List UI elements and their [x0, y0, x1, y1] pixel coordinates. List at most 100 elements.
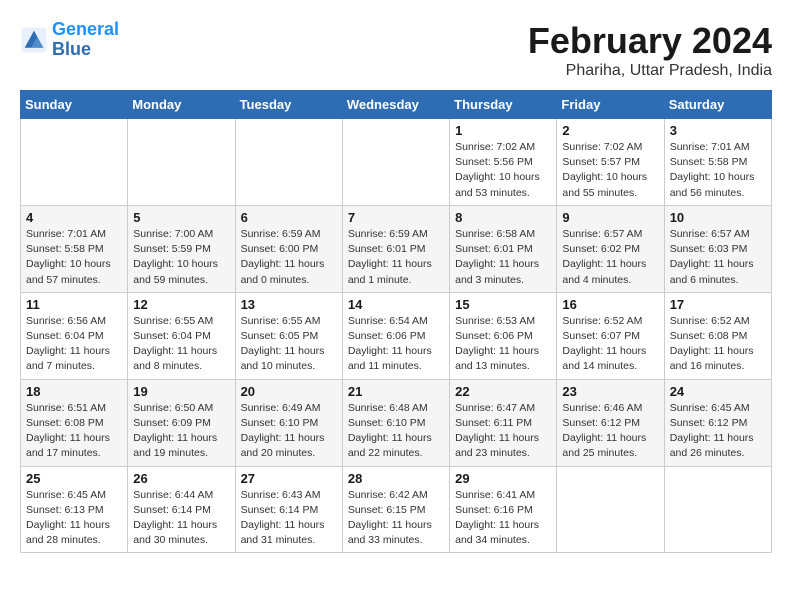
day-number: 9 — [562, 210, 658, 225]
calendar-cell: 8 Sunrise: 6:58 AM Sunset: 6:01 PM Daylig… — [450, 205, 557, 292]
calendar-cell: 21 Sunrise: 6:48 AM Sunset: 6:10 PM Dayli… — [342, 379, 449, 466]
day-info: Sunrise: 6:47 AM Sunset: 6:11 PM Dayligh… — [455, 401, 551, 462]
day-number: 28 — [348, 471, 444, 486]
calendar-cell: 3 Sunrise: 7:01 AM Sunset: 5:58 PM Daylig… — [664, 119, 771, 206]
calendar-cell — [21, 119, 128, 206]
calendar-cell: 6Sunrise: 6:59 AM Sunset: 6:00 PM Daylig… — [235, 205, 342, 292]
day-number: 6 — [241, 210, 337, 225]
calendar-cell: 22 Sunrise: 6:47 AM Sunset: 6:11 PM Dayli… — [450, 379, 557, 466]
calendar-week-row: 11 Sunrise: 6:56 AM Sunset: 6:04 PM Dayli… — [21, 292, 772, 379]
calendar-cell: 9 Sunrise: 6:57 AM Sunset: 6:02 PM Daylig… — [557, 205, 664, 292]
day-number: 25 — [26, 471, 122, 486]
day-number: 17 — [670, 297, 766, 312]
day-number: 12 — [133, 297, 229, 312]
day-info: Sunrise: 7:01 AM Sunset: 5:58 PM Dayligh… — [670, 140, 766, 201]
calendar-cell: 1 Sunrise: 7:02 AM Sunset: 5:56 PM Daylig… — [450, 119, 557, 206]
calendar-cell: 29 Sunrise: 6:41 AM Sunset: 6:16 PM Dayli… — [450, 466, 557, 553]
day-info: Sunrise: 6:54 AM Sunset: 6:06 PM Dayligh… — [348, 314, 444, 375]
day-info: Sunrise: 6:50 AM Sunset: 6:09 PM Dayligh… — [133, 401, 229, 462]
day-info: Sunrise: 6:42 AM Sunset: 6:15 PM Dayligh… — [348, 488, 444, 549]
day-number: 11 — [26, 297, 122, 312]
day-number: 20 — [241, 384, 337, 399]
calendar-cell: 23 Sunrise: 6:46 AM Sunset: 6:12 PM Dayli… — [557, 379, 664, 466]
day-info: Sunrise: 7:02 AM Sunset: 5:57 PM Dayligh… — [562, 140, 658, 201]
calendar-cell — [235, 119, 342, 206]
page-header: General Blue February 2024 Phariha, Utta… — [20, 20, 772, 80]
calendar-table: SundayMondayTuesdayWednesdayThursdayFrid… — [20, 90, 772, 553]
col-header-tuesday: Tuesday — [235, 91, 342, 119]
calendar-cell: 19 Sunrise: 6:50 AM Sunset: 6:09 PM Dayli… — [128, 379, 235, 466]
day-info: Sunrise: 6:41 AM Sunset: 6:16 PM Dayligh… — [455, 488, 551, 549]
month-title: February 2024 — [528, 20, 772, 62]
day-number: 19 — [133, 384, 229, 399]
day-info: Sunrise: 6:46 AM Sunset: 6:12 PM Dayligh… — [562, 401, 658, 462]
day-info: Sunrise: 6:45 AM Sunset: 6:12 PM Dayligh… — [670, 401, 766, 462]
day-number: 22 — [455, 384, 551, 399]
day-info: Sunrise: 7:01 AM Sunset: 5:58 PM Dayligh… — [26, 227, 122, 288]
calendar-cell: 15Sunrise: 6:53 AM Sunset: 6:06 PM Dayli… — [450, 292, 557, 379]
calendar-week-row: 18 Sunrise: 6:51 AM Sunset: 6:08 PM Dayli… — [21, 379, 772, 466]
logo: General Blue — [20, 20, 119, 60]
calendar-cell: 10Sunrise: 6:57 AM Sunset: 6:03 PM Dayli… — [664, 205, 771, 292]
day-number: 27 — [241, 471, 337, 486]
day-info: Sunrise: 6:56 AM Sunset: 6:04 PM Dayligh… — [26, 314, 122, 375]
day-info: Sunrise: 7:02 AM Sunset: 5:56 PM Dayligh… — [455, 140, 551, 201]
calendar-cell: 4 Sunrise: 7:01 AM Sunset: 5:58 PM Daylig… — [21, 205, 128, 292]
day-number: 5 — [133, 210, 229, 225]
col-header-monday: Monday — [128, 91, 235, 119]
calendar-cell: 7 Sunrise: 6:59 AM Sunset: 6:01 PM Daylig… — [342, 205, 449, 292]
logo-icon — [20, 26, 48, 54]
day-number: 2 — [562, 123, 658, 138]
day-info: Sunrise: 6:55 AM Sunset: 6:05 PM Dayligh… — [241, 314, 337, 375]
day-info: Sunrise: 6:44 AM Sunset: 6:14 PM Dayligh… — [133, 488, 229, 549]
day-number: 7 — [348, 210, 444, 225]
calendar-cell: 26 Sunrise: 6:44 AM Sunset: 6:14 PM Dayli… — [128, 466, 235, 553]
calendar-cell: 27 Sunrise: 6:43 AM Sunset: 6:14 PM Dayli… — [235, 466, 342, 553]
day-number: 26 — [133, 471, 229, 486]
calendar-cell: 25 Sunrise: 6:45 AM Sunset: 6:13 PM Dayli… — [21, 466, 128, 553]
calendar-cell: 18 Sunrise: 6:51 AM Sunset: 6:08 PM Dayli… — [21, 379, 128, 466]
day-number: 16 — [562, 297, 658, 312]
day-number: 21 — [348, 384, 444, 399]
day-number: 29 — [455, 471, 551, 486]
calendar-cell: 12 Sunrise: 6:55 AM Sunset: 6:04 PM Dayli… — [128, 292, 235, 379]
logo-text: General Blue — [52, 20, 119, 60]
calendar-cell: 24Sunrise: 6:45 AM Sunset: 6:12 PM Dayli… — [664, 379, 771, 466]
col-header-wednesday: Wednesday — [342, 91, 449, 119]
day-info: Sunrise: 6:43 AM Sunset: 6:14 PM Dayligh… — [241, 488, 337, 549]
day-number: 23 — [562, 384, 658, 399]
day-info: Sunrise: 6:51 AM Sunset: 6:08 PM Dayligh… — [26, 401, 122, 462]
day-info: Sunrise: 6:52 AM Sunset: 6:07 PM Dayligh… — [562, 314, 658, 375]
day-number: 8 — [455, 210, 551, 225]
day-number: 18 — [26, 384, 122, 399]
day-info: Sunrise: 6:45 AM Sunset: 6:13 PM Dayligh… — [26, 488, 122, 549]
day-info: Sunrise: 6:55 AM Sunset: 6:04 PM Dayligh… — [133, 314, 229, 375]
day-number: 3 — [670, 123, 766, 138]
day-number: 1 — [455, 123, 551, 138]
col-header-thursday: Thursday — [450, 91, 557, 119]
calendar-cell: 11 Sunrise: 6:56 AM Sunset: 6:04 PM Dayli… — [21, 292, 128, 379]
day-info: Sunrise: 6:48 AM Sunset: 6:10 PM Dayligh… — [348, 401, 444, 462]
calendar-cell: 17Sunrise: 6:52 AM Sunset: 6:08 PM Dayli… — [664, 292, 771, 379]
day-number: 10 — [670, 210, 766, 225]
calendar-week-row: 25 Sunrise: 6:45 AM Sunset: 6:13 PM Dayli… — [21, 466, 772, 553]
calendar-cell — [128, 119, 235, 206]
day-number: 4 — [26, 210, 122, 225]
day-info: Sunrise: 6:59 AM Sunset: 6:01 PM Dayligh… — [348, 227, 444, 288]
day-info: Sunrise: 7:00 AM Sunset: 5:59 PM Dayligh… — [133, 227, 229, 288]
day-info: Sunrise: 6:57 AM Sunset: 6:02 PM Dayligh… — [562, 227, 658, 288]
location-subtitle: Phariha, Uttar Pradesh, India — [528, 62, 772, 80]
calendar-cell: 5 Sunrise: 7:00 AM Sunset: 5:59 PM Daylig… — [128, 205, 235, 292]
day-info: Sunrise: 6:58 AM Sunset: 6:01 PM Dayligh… — [455, 227, 551, 288]
calendar-week-row: 1 Sunrise: 7:02 AM Sunset: 5:56 PM Daylig… — [21, 119, 772, 206]
calendar-cell — [664, 466, 771, 553]
day-number: 15 — [455, 297, 551, 312]
calendar-cell: 16 Sunrise: 6:52 AM Sunset: 6:07 PM Dayli… — [557, 292, 664, 379]
title-area: February 2024 Phariha, Uttar Pradesh, In… — [528, 20, 772, 80]
calendar-cell: 28 Sunrise: 6:42 AM Sunset: 6:15 PM Dayli… — [342, 466, 449, 553]
calendar-cell: 13Sunrise: 6:55 AM Sunset: 6:05 PM Dayli… — [235, 292, 342, 379]
calendar-cell: 20Sunrise: 6:49 AM Sunset: 6:10 PM Dayli… — [235, 379, 342, 466]
col-header-sunday: Sunday — [21, 91, 128, 119]
col-header-friday: Friday — [557, 91, 664, 119]
calendar-cell — [557, 466, 664, 553]
